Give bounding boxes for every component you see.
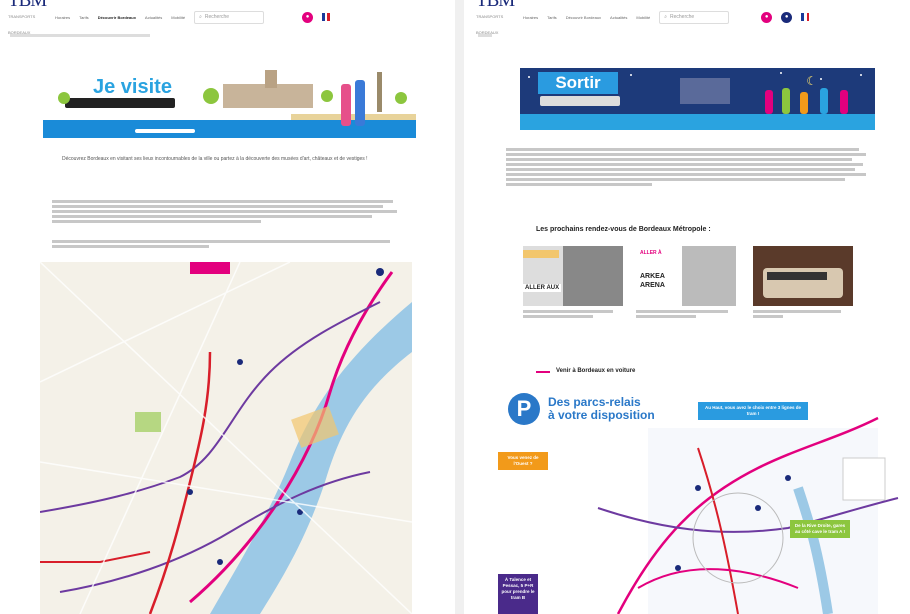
body-paragraph-1 [52,200,400,225]
account-icon[interactable]: ● [302,11,314,23]
nav-horaires[interactable]: Horaires [523,15,538,20]
event-card[interactable] [753,246,853,320]
tbm-logo[interactable]: TBM TRANSPORTS BORDEAUX [8,0,47,41]
info-box-purple: À Talence et Pessac, 5 P+R pour prendre … [498,574,538,614]
header: TBM TRANSPORTS BORDEAUX Horaires Tarifs D… [468,0,910,35]
french-flag-icon[interactable] [322,13,331,21]
tram-illustration [540,96,620,106]
info-box-green: De la Rive Droite, gares au côté cave le… [790,520,850,538]
page-divider [455,0,464,614]
tram-illustration [65,98,175,108]
search-input[interactable]: ⌕ Recherche [194,10,265,24]
nav-tarifs[interactable]: Tarifs [547,15,557,20]
body-paragraph-2 [52,240,400,250]
nav-mobilite[interactable]: Mobilité [636,15,650,20]
account-icon[interactable]: ● [761,11,773,23]
breadcrumb [0,34,452,44]
events-heading: Les prochains rendez-vous de Bordeaux Mé… [536,226,711,233]
right-page: TBM TRANSPORTS BORDEAUX Horaires Tarifs D… [468,0,910,614]
breadcrumb [468,34,910,44]
nav-horaires[interactable]: Horaires [55,15,70,20]
car-heading: Venir à Bordeaux en voiture [556,368,636,374]
event-card[interactable]: ALLER À ARKEA ARENA [636,246,736,320]
info-box-blue: Au Haut, vous avez le choix entre 3 lign… [698,402,808,420]
banner-title: Je visite [93,76,172,98]
nav-mobilite[interactable]: Mobilité [171,15,185,20]
tbm-logo[interactable]: TBM TRANSPORTS BORDEAUX [476,0,515,41]
event-card[interactable]: ALLER AUX [523,246,623,320]
nav-actualites[interactable]: Actualités [145,15,162,20]
left-page: TBM TRANSPORTS BORDEAUX Horaires Tarifs D… [0,0,452,614]
city-map-svg [40,262,412,614]
parking-icon: P [508,393,540,425]
banner-title: Sortir [538,72,618,94]
info-box-orange: Vous venez de l'Ouest ? [498,452,548,470]
nav-decouvrir[interactable]: Découvrir Bordeaux [98,15,136,20]
intro-text: Découvrez Bordeaux en visitant ses lieux… [62,156,368,162]
parcs-relais-map[interactable]: P Des parcs-relais à votre disposition Au… [498,388,910,614]
banner-je-visite: Je visite [43,62,416,138]
user-icon[interactable]: ● [781,11,793,23]
moon-icon: ☾ [806,74,817,88]
nav-tarifs[interactable]: Tarifs [79,15,89,20]
search-icon: ⌕ [664,14,667,20]
search-icon: ⌕ [199,14,202,20]
city-map[interactable] [40,262,412,614]
nav-decouvrir[interactable]: Découvrir Bordeaux [566,15,601,20]
parcs-title: Des parcs-relais à votre disposition [548,395,655,422]
nav-actualites[interactable]: Actualités [610,15,627,20]
french-flag-icon[interactable] [801,13,810,21]
sortir-paragraph [506,148,870,188]
search-input[interactable]: ⌕ Recherche [659,10,730,24]
banner-sortir: Sortir ☾ [520,68,875,130]
heading-accent [536,371,550,373]
header: TBM TRANSPORTS BORDEAUX Horaires Tarifs D… [0,0,452,35]
